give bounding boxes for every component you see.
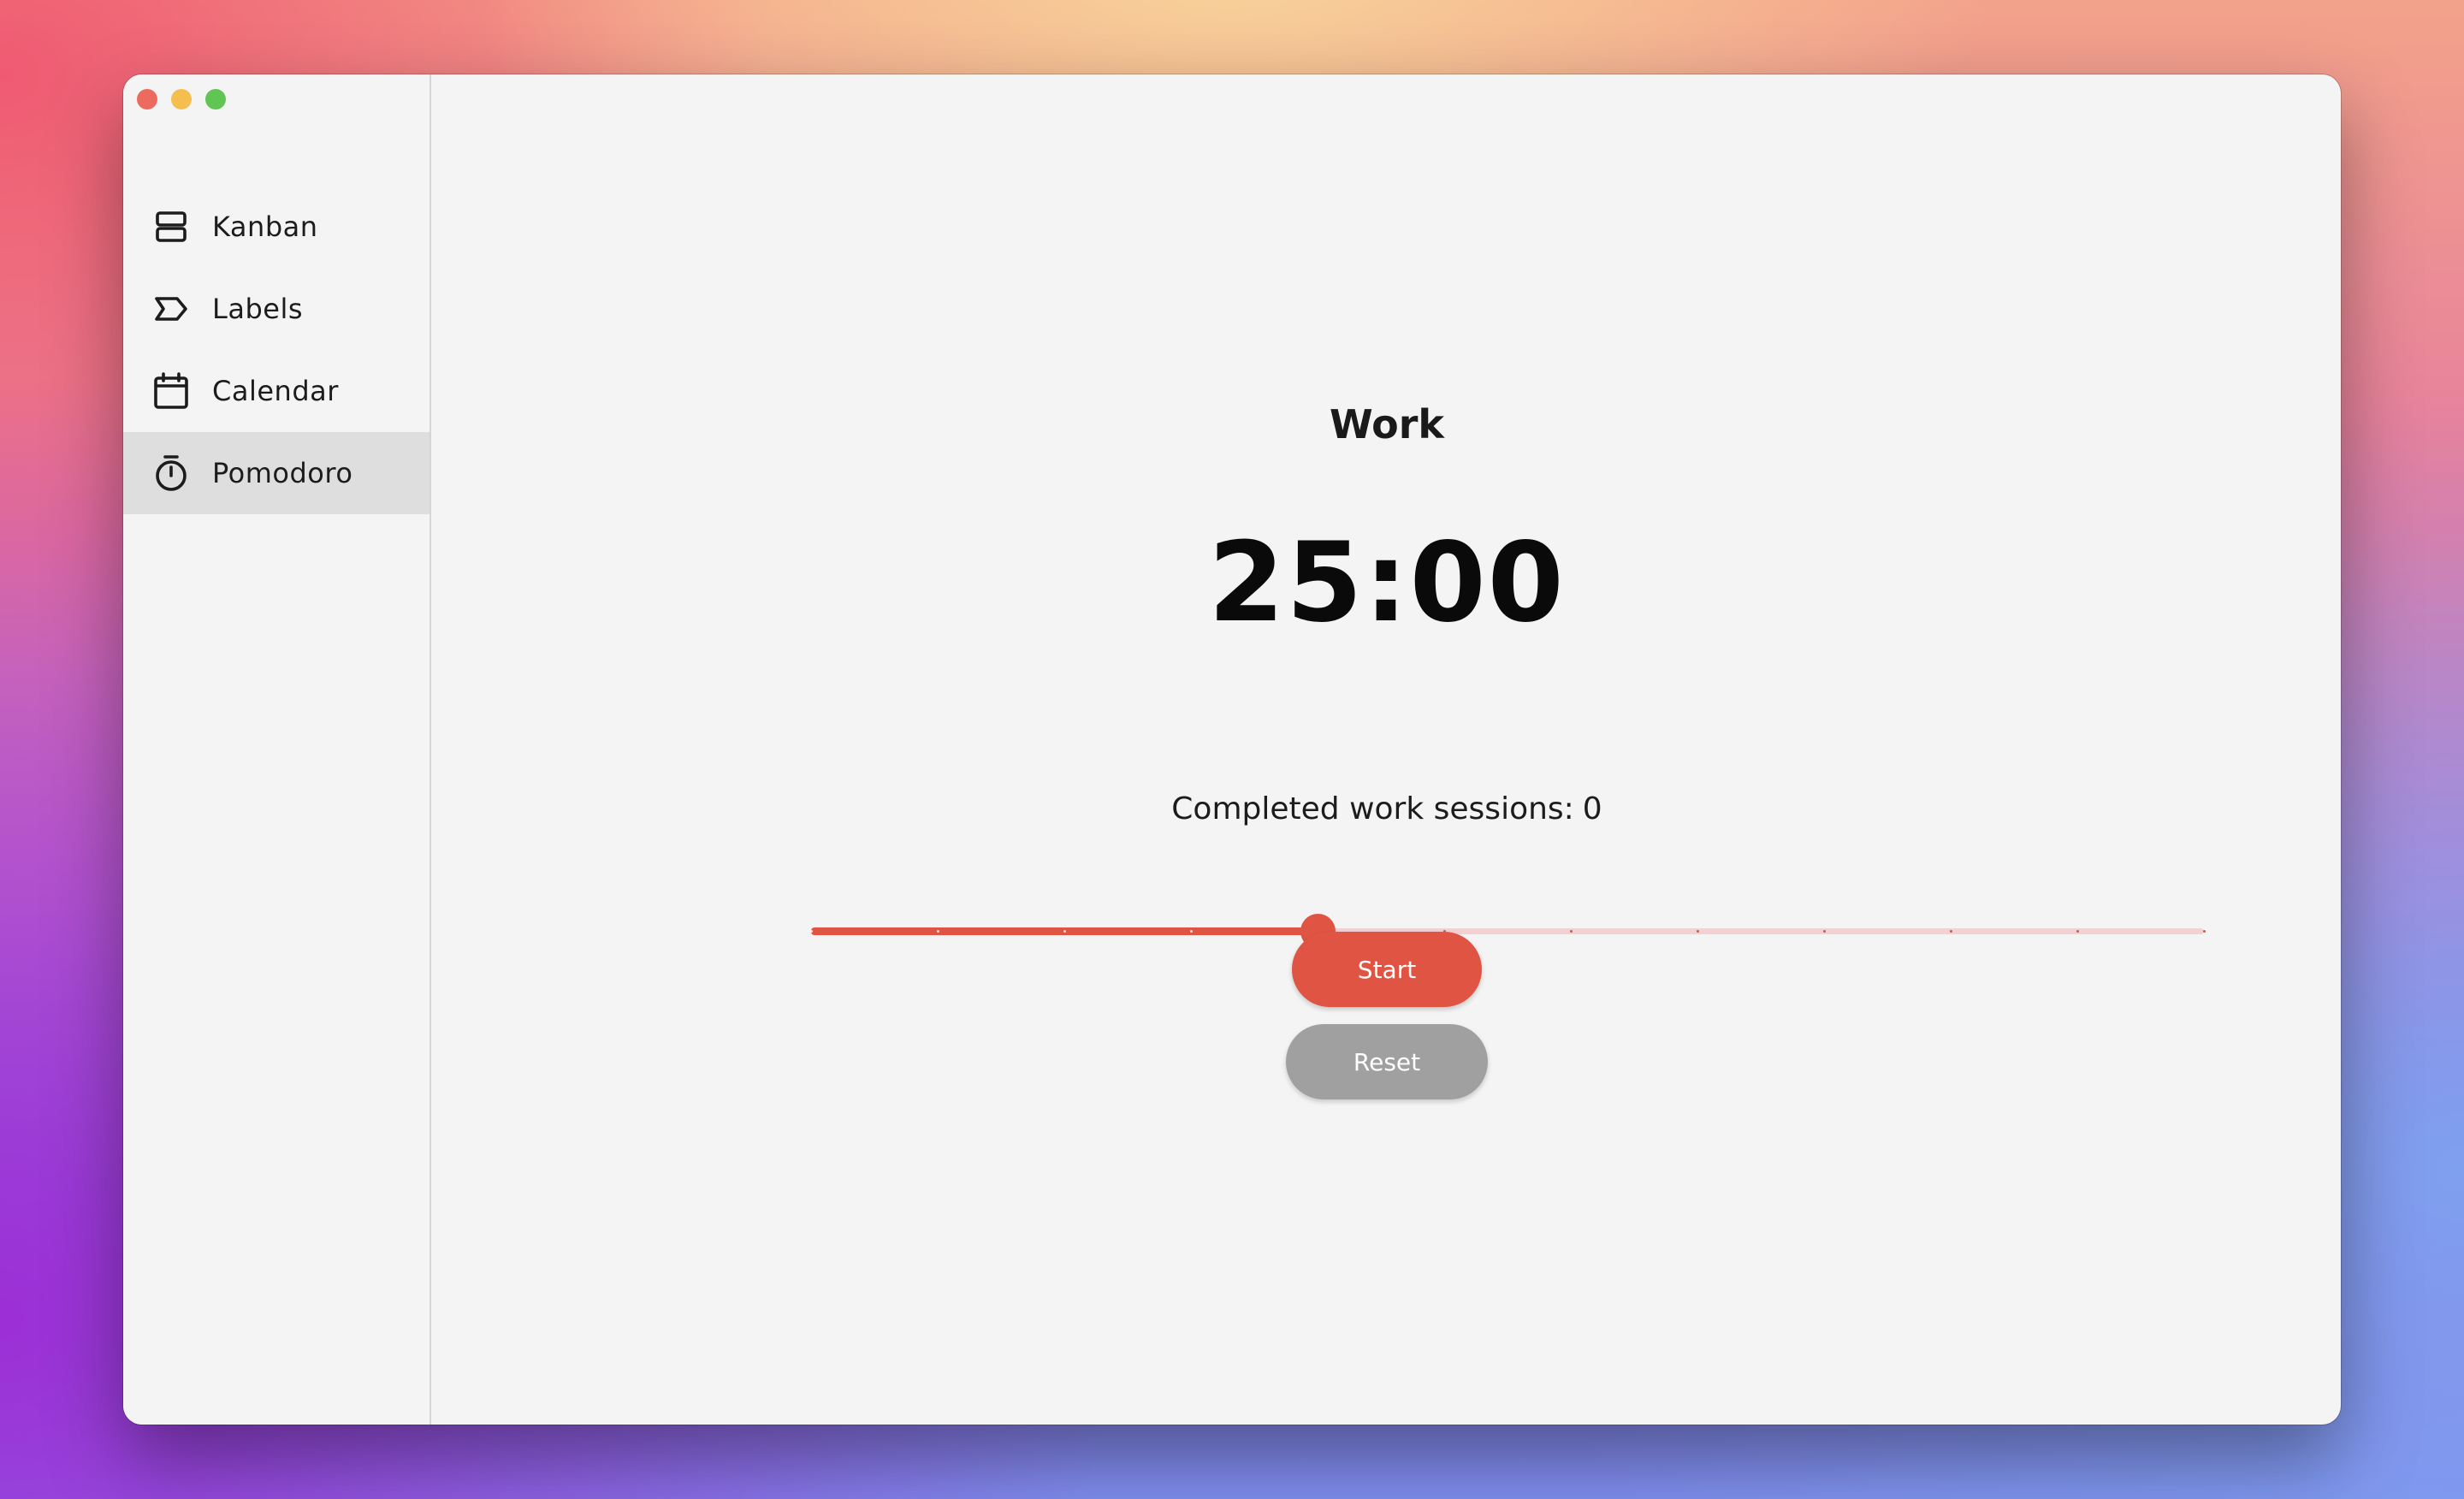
session-slider[interactable] [810,904,2206,957]
sidebar-item-pomodoro[interactable]: Pomodoro [123,432,429,514]
stopwatch-icon [152,454,190,492]
slider-tick [1190,930,1193,933]
completed-sessions: Completed work sessions: 0 [433,791,2341,827]
sidebar-item-label: Labels [212,293,303,325]
calendar-icon [152,372,190,410]
slider-tick [810,930,813,933]
mode-title: Work [1330,401,1444,447]
sidebar-item-label: Calendar [212,375,339,407]
zoom-window-button[interactable] [205,89,226,110]
slider-tick [2203,930,2206,933]
slider-tick [1570,930,1573,933]
slider-tick [937,930,939,933]
sidebar-item-labels[interactable]: Labels [123,268,429,350]
sessions-count: 0 [1582,791,1602,827]
close-window-button[interactable] [137,89,157,110]
timer-display: 25:00 [1208,519,1566,647]
sidebar-item-kanban[interactable]: Kanban [123,186,429,268]
pomodoro-panel: Work 25:00 Completed work sessions: 0 Sta… [433,74,2341,1425]
slider-tick [1823,930,1826,933]
reset-button[interactable]: Reset [1286,1024,1488,1099]
slider-tick [1950,930,1952,933]
app-window: Kanban Labels Calendar Pomodoro Work 25:… [123,74,2341,1425]
sidebar-item-calendar[interactable]: Calendar [123,350,429,432]
label-icon [152,290,190,328]
minimize-window-button[interactable] [171,89,192,110]
start-button[interactable]: Start [1292,932,1482,1007]
sessions-label: Completed work sessions: [1171,791,1574,827]
sidebar: Kanban Labels Calendar Pomodoro [123,74,431,1425]
slider-tick [1063,930,1066,933]
window-controls [137,89,226,110]
sidebar-item-label: Kanban [212,210,318,243]
sidebar-item-label: Pomodoro [212,457,353,489]
slider-tick [1697,930,1699,933]
kanban-icon [152,208,190,246]
slider-tick [2076,930,2079,933]
